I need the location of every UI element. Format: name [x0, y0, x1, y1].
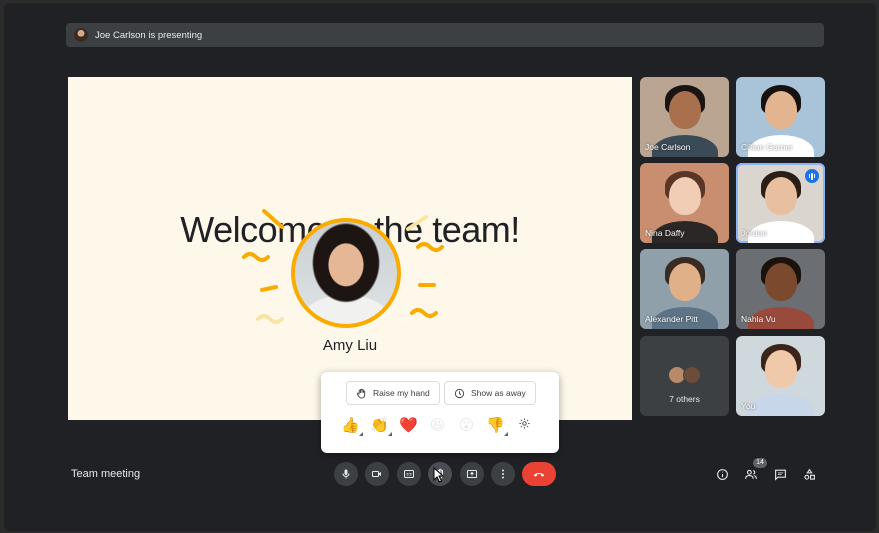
surprised-reaction[interactable]: 😮	[457, 416, 476, 436]
clock-icon	[454, 388, 465, 398]
participant-tile[interactable]: Nina Daffy	[640, 163, 729, 243]
participant-face	[668, 177, 701, 215]
meeting-details-button[interactable]	[712, 464, 732, 484]
others-tile[interactable]: 7 others	[640, 336, 729, 416]
avatar	[682, 366, 701, 384]
presenting-banner: Joe Carlson is presenting	[66, 23, 824, 47]
clap-reaction[interactable]: 👏	[370, 416, 392, 436]
gear-icon	[519, 418, 530, 429]
participant-face	[668, 91, 701, 129]
participant-tile[interactable]: Alexander Pitt	[640, 249, 729, 329]
mouse-cursor	[433, 467, 445, 483]
end-call-icon	[533, 472, 545, 477]
reactions-popup: Raise my hand Show as away 👍 👏 ❤️ 😆 😮 👎	[321, 372, 559, 453]
skin-tone-indicator	[388, 432, 392, 436]
camera-icon	[372, 471, 381, 477]
presentation-slide: Welcome to the team! Amy Liu	[68, 77, 632, 420]
presenter-avatar	[74, 28, 88, 42]
show-away-button[interactable]: Show as away	[444, 381, 536, 405]
activities-icon	[803, 468, 815, 480]
people-count-badge: 14	[753, 458, 767, 468]
self-label: You	[741, 401, 756, 411]
microphone-button[interactable]	[334, 462, 358, 486]
presenter-photo	[291, 218, 401, 328]
microphone-icon	[342, 469, 350, 479]
present-screen-icon	[467, 470, 477, 478]
chat-icon	[774, 469, 786, 481]
people-icon	[745, 469, 757, 479]
camera-button[interactable]	[365, 462, 389, 486]
activities-button[interactable]	[799, 464, 819, 484]
speaking-indicator-icon	[805, 169, 819, 183]
thumbs-down-reaction[interactable]: 👎	[486, 416, 508, 436]
heart-reaction[interactable]: ❤️	[399, 416, 418, 436]
raise-hand-button[interactable]: Raise my hand	[346, 381, 440, 405]
skin-tone-indicator	[504, 432, 508, 436]
participant-face	[764, 263, 797, 301]
leave-call-button[interactable]	[522, 462, 556, 486]
others-label: 7 others	[669, 394, 700, 404]
skin-tone-indicator	[359, 432, 363, 436]
info-icon	[716, 468, 728, 480]
present-button[interactable]	[460, 462, 484, 486]
emoji-reaction-row: 👍 👏 ❤️ 😆 😮 👎	[341, 416, 534, 436]
more-options-button[interactable]	[491, 462, 515, 486]
raise-hand-label: Raise my hand	[373, 388, 430, 398]
presenter-name: Amy Liu	[322, 337, 378, 354]
hand-icon	[356, 388, 366, 399]
participant-name: Cillian Garner	[741, 142, 793, 152]
participant-face	[764, 177, 797, 215]
participant-tile[interactable]: Cillian Garner	[736, 77, 825, 157]
participant-name: Nina Daffy	[645, 228, 685, 238]
self-view-tile[interactable]: You	[736, 336, 825, 416]
show-away-label: Show as away	[471, 388, 526, 398]
presenting-text: Joe Carlson is presenting	[95, 29, 203, 41]
participant-face	[764, 350, 797, 388]
captions-button[interactable]	[397, 462, 421, 486]
participant-name: Joe Carlson	[645, 142, 691, 152]
participant-name: Alexander Pitt	[645, 314, 698, 324]
participant-name: Nahla Vu	[741, 314, 776, 324]
participant-name: Jordan	[741, 228, 767, 238]
reaction-settings-button[interactable]	[515, 416, 534, 436]
captions-icon	[404, 470, 414, 478]
participant-face	[668, 263, 701, 301]
participant-tile[interactable]: Joe Carlson	[640, 77, 729, 157]
laugh-reaction[interactable]: 😆	[428, 416, 447, 436]
meeting-name: Team meeting	[71, 468, 141, 480]
participant-face	[764, 91, 797, 129]
participant-tile[interactable]: Jordan	[736, 163, 825, 243]
participant-body	[747, 394, 814, 416]
thumbs-up-reaction[interactable]: 👍	[341, 416, 363, 436]
others-avatars	[667, 366, 701, 384]
more-vert-icon	[502, 469, 504, 479]
participant-tile[interactable]: Nahla Vu	[736, 249, 825, 329]
chat-button[interactable]	[770, 464, 790, 484]
